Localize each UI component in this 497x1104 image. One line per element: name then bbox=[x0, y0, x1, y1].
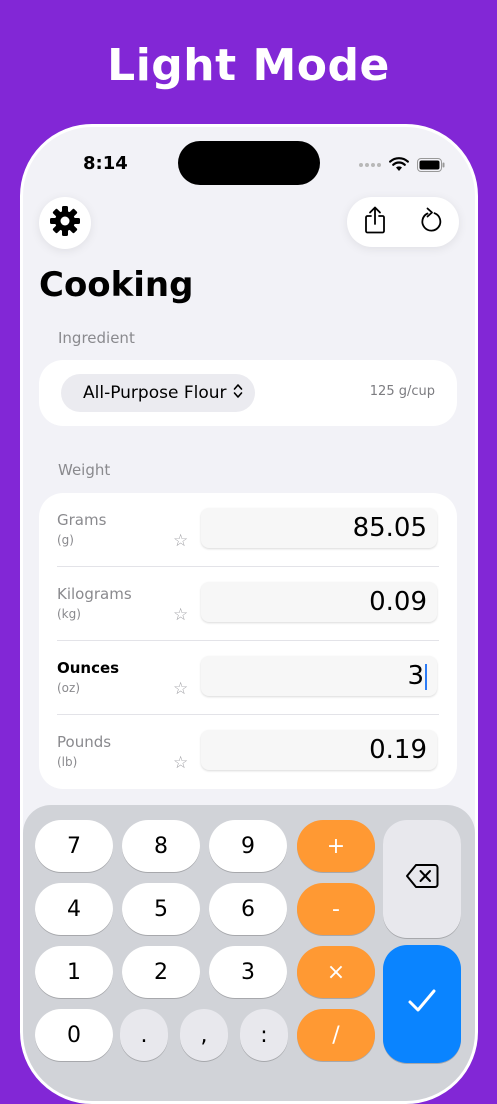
confirm-button[interactable] bbox=[383, 945, 461, 1063]
gear-icon bbox=[49, 205, 81, 241]
key-minus[interactable]: - bbox=[297, 883, 375, 935]
star-icon[interactable]: ☆ bbox=[173, 605, 188, 625]
kilograms-value: 0.09 bbox=[369, 587, 427, 617]
unit-row-grams: Grams (g) ☆ 85.05 bbox=[39, 493, 457, 567]
ingredient-density: 125 g/cup bbox=[369, 384, 435, 399]
numeric-keypad: 7 8 9 + 4 5 6 - 1 2 3 × 0 . , : / bbox=[23, 805, 475, 1101]
unit-abbr: (g) bbox=[57, 533, 74, 547]
key-9[interactable]: 9 bbox=[209, 820, 287, 872]
reset-icon bbox=[419, 207, 443, 237]
battery-icon bbox=[417, 157, 445, 172]
chevron-up-down-icon bbox=[233, 383, 243, 404]
star-icon[interactable]: ☆ bbox=[173, 679, 188, 699]
ingredient-picker[interactable]: All-Purpose Flour bbox=[61, 374, 255, 412]
unit-row-pounds: Pounds (lb) ☆ 0.19 bbox=[39, 715, 457, 789]
weight-card: Grams (g) ☆ 85.05 Kilograms (kg) ☆ 0.09 … bbox=[39, 493, 457, 789]
key-period[interactable]: . bbox=[120, 1009, 168, 1061]
share-button[interactable] bbox=[355, 202, 395, 242]
key-4[interactable]: 4 bbox=[35, 883, 113, 935]
phone-frame: 8: 1 4 Cooking Ingredient All-Purpose Flou… bbox=[20, 124, 478, 1104]
unit-row-kilograms: Kilograms (kg) ☆ 0.09 bbox=[39, 567, 457, 641]
grams-input[interactable]: 85.05 bbox=[201, 508, 437, 548]
action-pill bbox=[347, 197, 459, 247]
share-icon bbox=[363, 206, 387, 238]
key-3[interactable]: 3 bbox=[209, 946, 287, 998]
status-icons bbox=[359, 157, 445, 172]
unit-name: Pounds bbox=[57, 733, 112, 751]
key-6[interactable]: 6 bbox=[209, 883, 287, 935]
kilograms-input[interactable]: 0.09 bbox=[201, 582, 437, 622]
unit-row-ounces: Ounces (oz) ☆ 3 bbox=[39, 641, 457, 715]
unit-abbr: (oz) bbox=[57, 681, 81, 695]
page-title: Cooking bbox=[39, 265, 194, 305]
key-comma[interactable]: , bbox=[180, 1009, 228, 1061]
pounds-input[interactable]: 0.19 bbox=[201, 730, 437, 770]
key-7[interactable]: 7 bbox=[35, 820, 113, 872]
key-colon[interactable]: : bbox=[240, 1009, 288, 1061]
star-icon[interactable]: ☆ bbox=[173, 753, 188, 773]
key-5[interactable]: 5 bbox=[122, 883, 200, 935]
key-0[interactable]: 0 bbox=[35, 1009, 113, 1061]
unit-abbr: (kg) bbox=[57, 607, 81, 621]
signal-icon bbox=[359, 162, 381, 167]
backspace-icon bbox=[405, 863, 439, 895]
text-caret bbox=[425, 663, 427, 690]
star-icon[interactable]: ☆ bbox=[173, 531, 188, 551]
key-plus[interactable]: + bbox=[297, 820, 375, 872]
settings-button[interactable] bbox=[39, 197, 91, 249]
banner-title: Light Mode bbox=[107, 40, 390, 91]
key-1[interactable]: 1 bbox=[35, 946, 113, 998]
key-2[interactable]: 2 bbox=[122, 946, 200, 998]
unit-name: Kilograms bbox=[57, 585, 132, 603]
grams-value: 85.05 bbox=[352, 513, 427, 543]
wifi-icon bbox=[389, 157, 409, 172]
key-multiply[interactable]: × bbox=[297, 946, 375, 998]
reset-button[interactable] bbox=[411, 202, 451, 242]
ounces-input[interactable]: 3 bbox=[201, 656, 437, 696]
delete-button[interactable] bbox=[383, 820, 461, 938]
status-time: 8:14 bbox=[83, 153, 128, 174]
unit-abbr: (lb) bbox=[57, 755, 78, 769]
ingredient-section-label: Ingredient bbox=[58, 329, 135, 347]
dynamic-island bbox=[178, 141, 320, 185]
key-divide[interactable]: / bbox=[297, 1009, 375, 1061]
ingredient-card: All-Purpose Flour 125 g/cup bbox=[39, 360, 457, 426]
pounds-value: 0.19 bbox=[369, 735, 427, 765]
ounces-value: 3 bbox=[407, 661, 424, 691]
unit-name: Ounces bbox=[57, 659, 120, 677]
unit-name: Grams bbox=[57, 511, 107, 529]
key-8[interactable]: 8 bbox=[122, 820, 200, 872]
checkmark-icon bbox=[407, 988, 437, 1020]
ingredient-picker-label: All-Purpose Flour bbox=[83, 383, 227, 403]
weight-section-label: Weight bbox=[58, 461, 111, 479]
